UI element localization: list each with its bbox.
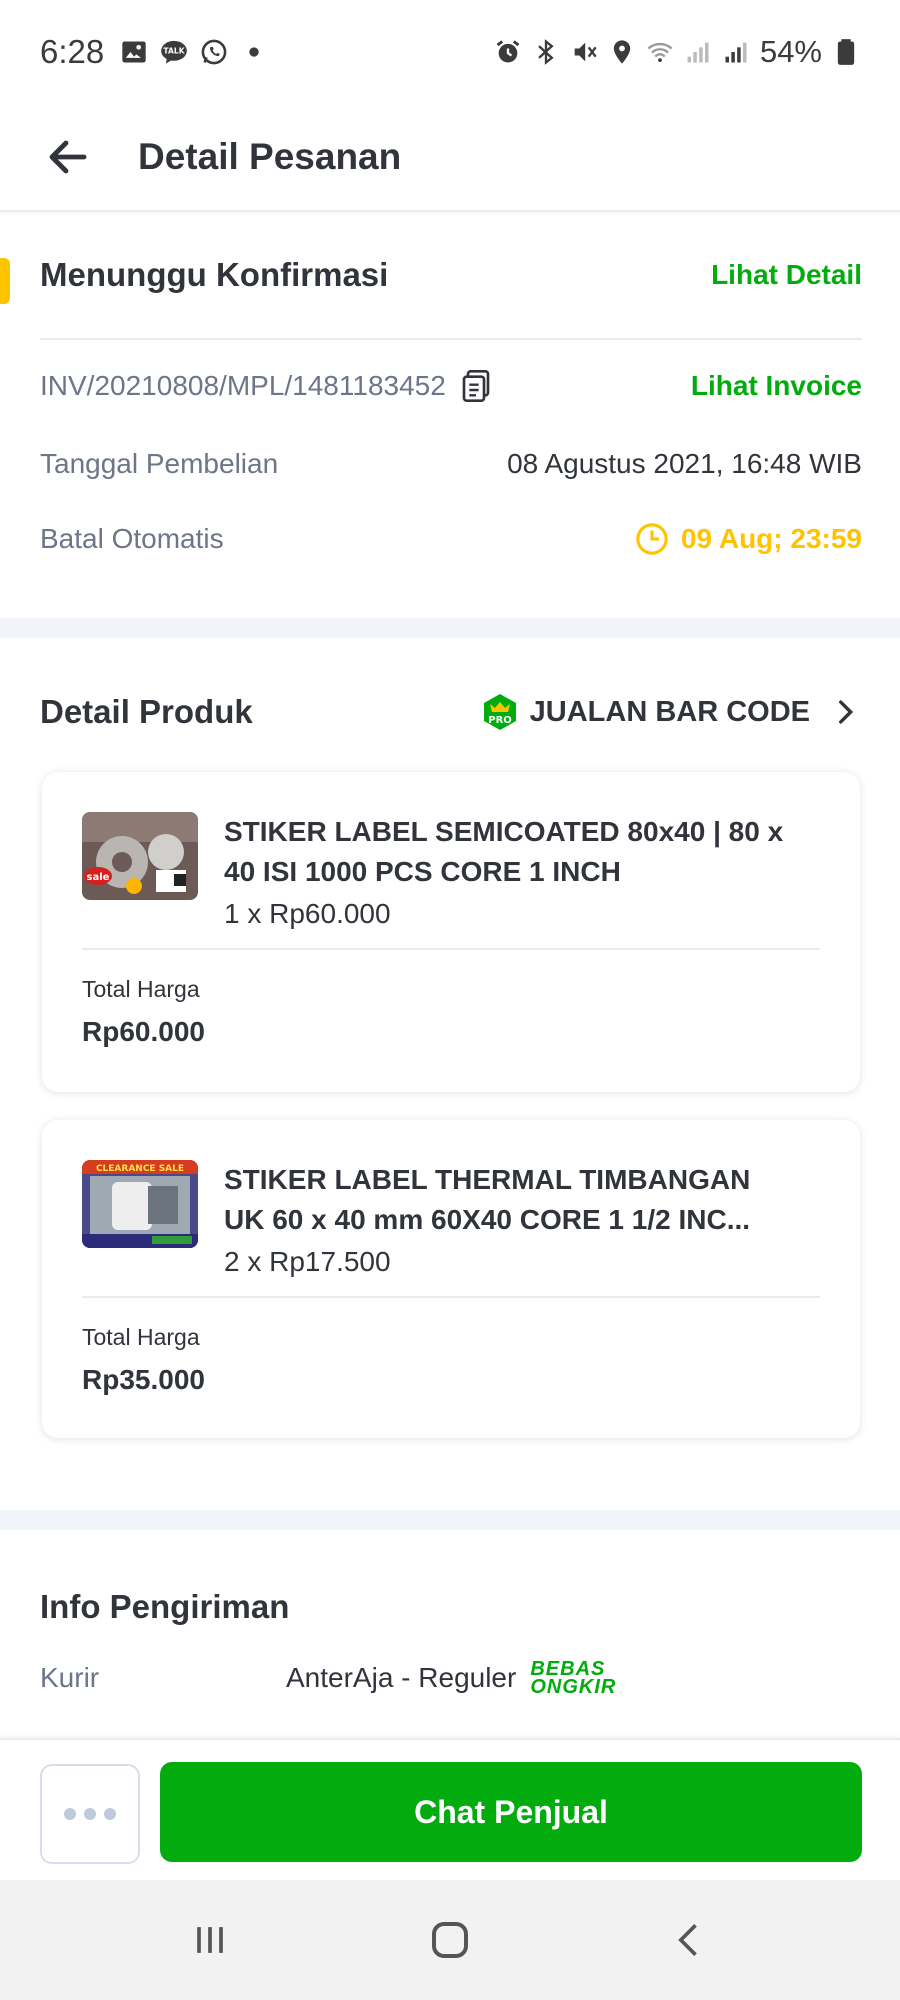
status-time: 6:28 [40, 33, 105, 70]
total-price-value: Rp60.000 [82, 1016, 205, 1047]
purchase-date-row: Tanggal Pembelian 08 Agustus 2021, 16:48… [40, 448, 862, 480]
status-divider [40, 338, 862, 340]
total-price-label: Total Harga [82, 1324, 200, 1350]
status-left-icons: TALK [120, 38, 268, 66]
svg-text:CLEARANCE SALE: CLEARANCE SALE [96, 1164, 184, 1174]
shop-name: JUALAN BAR CODE [529, 695, 810, 728]
product-section-title: Detail Produk [40, 693, 253, 730]
arrow-left-icon [49, 140, 87, 174]
signal-icon [687, 42, 709, 63]
wifi-icon [647, 42, 673, 63]
total-price-label: Total Harga [82, 976, 200, 1002]
courier-label: Kurir [40, 1662, 100, 1693]
section-separator [0, 1510, 900, 1530]
recent-apps-button[interactable] [170, 1900, 250, 1980]
product-card[interactable]: CLEARANCE SALE STIKER LABEL THERMAL TIMB… [42, 1120, 860, 1438]
product-qty-price: 1 x Rp60.000 [224, 898, 391, 929]
card-divider [82, 1296, 820, 1298]
purchase-date-value: 08 Agustus 2021, 16:48 WIB [507, 448, 862, 479]
status-row: Menunggu Konfirmasi Lihat Detail [40, 256, 862, 294]
product-thumbnail: sale [82, 812, 198, 900]
back-button[interactable] [38, 127, 98, 187]
svg-text:PRO: PRO [488, 715, 512, 726]
page-title: Detail Pesanan [138, 136, 402, 177]
product-name: STIKER LABEL SEMICOATED 80x40 | 80 x 40 … [224, 816, 784, 887]
mute-icon [574, 42, 597, 62]
product-thumbnail: CLEARANCE SALE [82, 1160, 198, 1248]
pro-badge-icon: PRO [483, 694, 516, 730]
auto-cancel-row: Batal Otomatis 09 Aug; 23:59 [40, 522, 862, 556]
product-section: Detail Produk PRO JUALAN BAR CODE sale S… [0, 640, 900, 1510]
system-back-button[interactable] [650, 1900, 730, 1980]
notification-dot-icon [249, 47, 259, 57]
svg-text:TALK: TALK [164, 47, 186, 56]
status-bar: 6:28 TALK 54% [0, 0, 900, 104]
app-bar: Detail Pesanan [0, 104, 900, 212]
chat-seller-button[interactable]: Chat Penjual [160, 1762, 862, 1862]
status-right-icons: 54% [494, 34, 860, 70]
section-separator [0, 618, 900, 638]
product-qty-price: 2 x Rp17.500 [224, 1246, 391, 1277]
auto-cancel-value: 09 Aug; 23:59 [680, 523, 862, 554]
home-button[interactable] [410, 1900, 490, 1980]
invoice-number: INV/20210808/MPL/1481183452 [40, 370, 446, 401]
product-card[interactable]: sale STIKER LABEL SEMICOATED 80x40 | 80 … [42, 772, 860, 1092]
battery-percent: 54% [759, 34, 822, 69]
shipping-section: Info Pengiriman Kurir AnterAja - Reguler… [0, 1530, 900, 1740]
gallery-icon [122, 41, 146, 63]
status-accent-bar [0, 258, 10, 304]
courier-value: AnterAja - Reguler [286, 1662, 517, 1693]
auto-cancel-deadline: 09 Aug; 23:59 [635, 522, 862, 556]
whatsapp-icon [201, 39, 227, 65]
bottom-action-bar: Chat Penjual [0, 1738, 900, 1880]
back-chevron-icon [678, 1924, 697, 1956]
product-name: STIKER LABEL THERMAL TIMBANGAN UK 60 x 4… [224, 1164, 751, 1235]
lihat-detail-link[interactable]: Lihat Detail [711, 259, 862, 291]
chevron-right-icon [839, 700, 854, 724]
kakaotalk-icon: TALK [161, 40, 188, 64]
purchase-date-label: Tanggal Pembelian [40, 448, 279, 479]
battery-icon [837, 39, 855, 65]
invoice-row: INV/20210808/MPL/1481183452 Lihat Invoic… [40, 368, 862, 404]
clock-icon [636, 523, 668, 555]
lihat-invoice-link[interactable]: Lihat Invoice [691, 370, 862, 402]
svg-text:sale: sale [87, 872, 110, 883]
shop-link[interactable]: PRO JUALAN BAR CODE [480, 692, 862, 732]
bebas-ongkir-badge: BEBAS ONGKIR [530, 1658, 617, 1698]
more-dots-icon [64, 1808, 76, 1820]
shipping-title: Info Pengiriman [40, 1588, 290, 1625]
order-status-section: Menunggu Konfirmasi Lihat Detail INV/202… [0, 214, 900, 618]
system-nav-bar [0, 1880, 900, 2000]
location-icon [613, 40, 631, 64]
product-header: Detail Produk PRO JUALAN BAR CODE [40, 692, 862, 732]
courier-row: Kurir AnterAja - Reguler BEBAS ONGKIR [40, 1658, 617, 1698]
order-status-title: Menunggu Konfirmasi [40, 256, 389, 293]
bluetooth-icon [538, 39, 554, 65]
signal-r-icon [725, 42, 747, 63]
copy-icon[interactable] [460, 368, 492, 404]
total-price-value: Rp35.000 [82, 1364, 205, 1395]
auto-cancel-label: Batal Otomatis [40, 523, 224, 554]
recent-apps-icon [197, 1927, 223, 1953]
alarm-icon [496, 40, 520, 63]
home-icon [432, 1922, 468, 1958]
card-divider [82, 948, 820, 950]
more-options-button[interactable] [40, 1764, 140, 1864]
